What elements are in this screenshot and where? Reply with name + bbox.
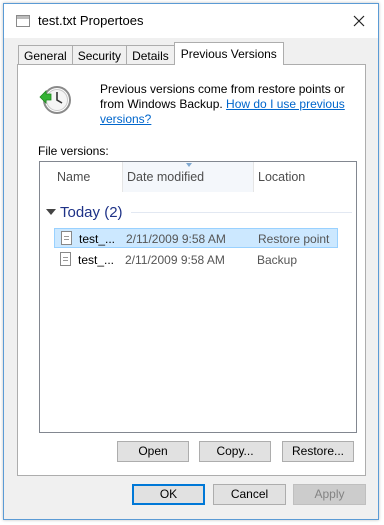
title-bar: test.txt Propertoes <box>4 4 378 38</box>
apply-button[interactable]: Apply <box>293 484 366 505</box>
item-name: test_... <box>78 253 115 267</box>
intro-text: Previous versions come from restore poin… <box>100 82 360 127</box>
list-item[interactable]: test_... 2/11/2009 9:58 AM Backup <box>54 250 338 270</box>
item-location: Backup <box>257 253 298 267</box>
column-header-date-label: Date modified <box>127 170 205 184</box>
list-item[interactable]: test_... 2/11/2009 9:58 AM Restore point <box>54 228 338 248</box>
file-versions-list[interactable]: Name Date modified Location Today (2) te… <box>39 161 357 433</box>
tab-strip: General Security Details Previous Versio… <box>18 42 284 65</box>
close-icon <box>353 15 365 27</box>
properties-dialog: test.txt Propertoes General Security Det… <box>3 3 379 520</box>
restore-button[interactable]: Restore... <box>282 441 354 462</box>
column-header-location[interactable]: Location <box>256 162 356 192</box>
tab-general[interactable]: General <box>18 45 73 65</box>
ok-button[interactable]: OK <box>132 484 205 505</box>
item-name: test_... <box>79 232 116 246</box>
column-header-name[interactable]: Name <box>57 162 119 192</box>
collapse-arrow-icon[interactable] <box>46 209 56 215</box>
copy-button[interactable]: Copy... <box>199 441 271 462</box>
group-title: Today (2) <box>60 203 123 221</box>
previous-versions-panel: Previous versions come from restore poin… <box>17 64 366 476</box>
column-header-date-modified[interactable]: Date modified <box>122 162 254 192</box>
clock-with-green-arrow-icon <box>39 86 71 114</box>
group-divider <box>130 211 352 213</box>
tab-details[interactable]: Details <box>126 45 175 65</box>
sort-arrow-icon <box>186 163 192 167</box>
file-versions-label: File versions: <box>38 144 109 158</box>
item-date: 2/11/2009 9:58 AM <box>126 232 226 246</box>
item-location: Restore point <box>258 232 330 246</box>
text-file-icon <box>61 231 72 245</box>
cancel-button[interactable]: Cancel <box>213 484 286 505</box>
tab-security[interactable]: Security <box>71 45 128 65</box>
window-title: test.txt Propertoes <box>38 13 144 28</box>
text-file-icon <box>60 252 71 266</box>
tab-previous-versions[interactable]: Previous Versions <box>173 42 284 65</box>
close-button[interactable] <box>348 10 370 32</box>
item-date: 2/11/2009 9:58 AM <box>125 253 225 267</box>
group-header-today[interactable]: Today (2) <box>46 202 352 222</box>
open-button[interactable]: Open <box>117 441 189 462</box>
file-icon <box>16 15 30 27</box>
